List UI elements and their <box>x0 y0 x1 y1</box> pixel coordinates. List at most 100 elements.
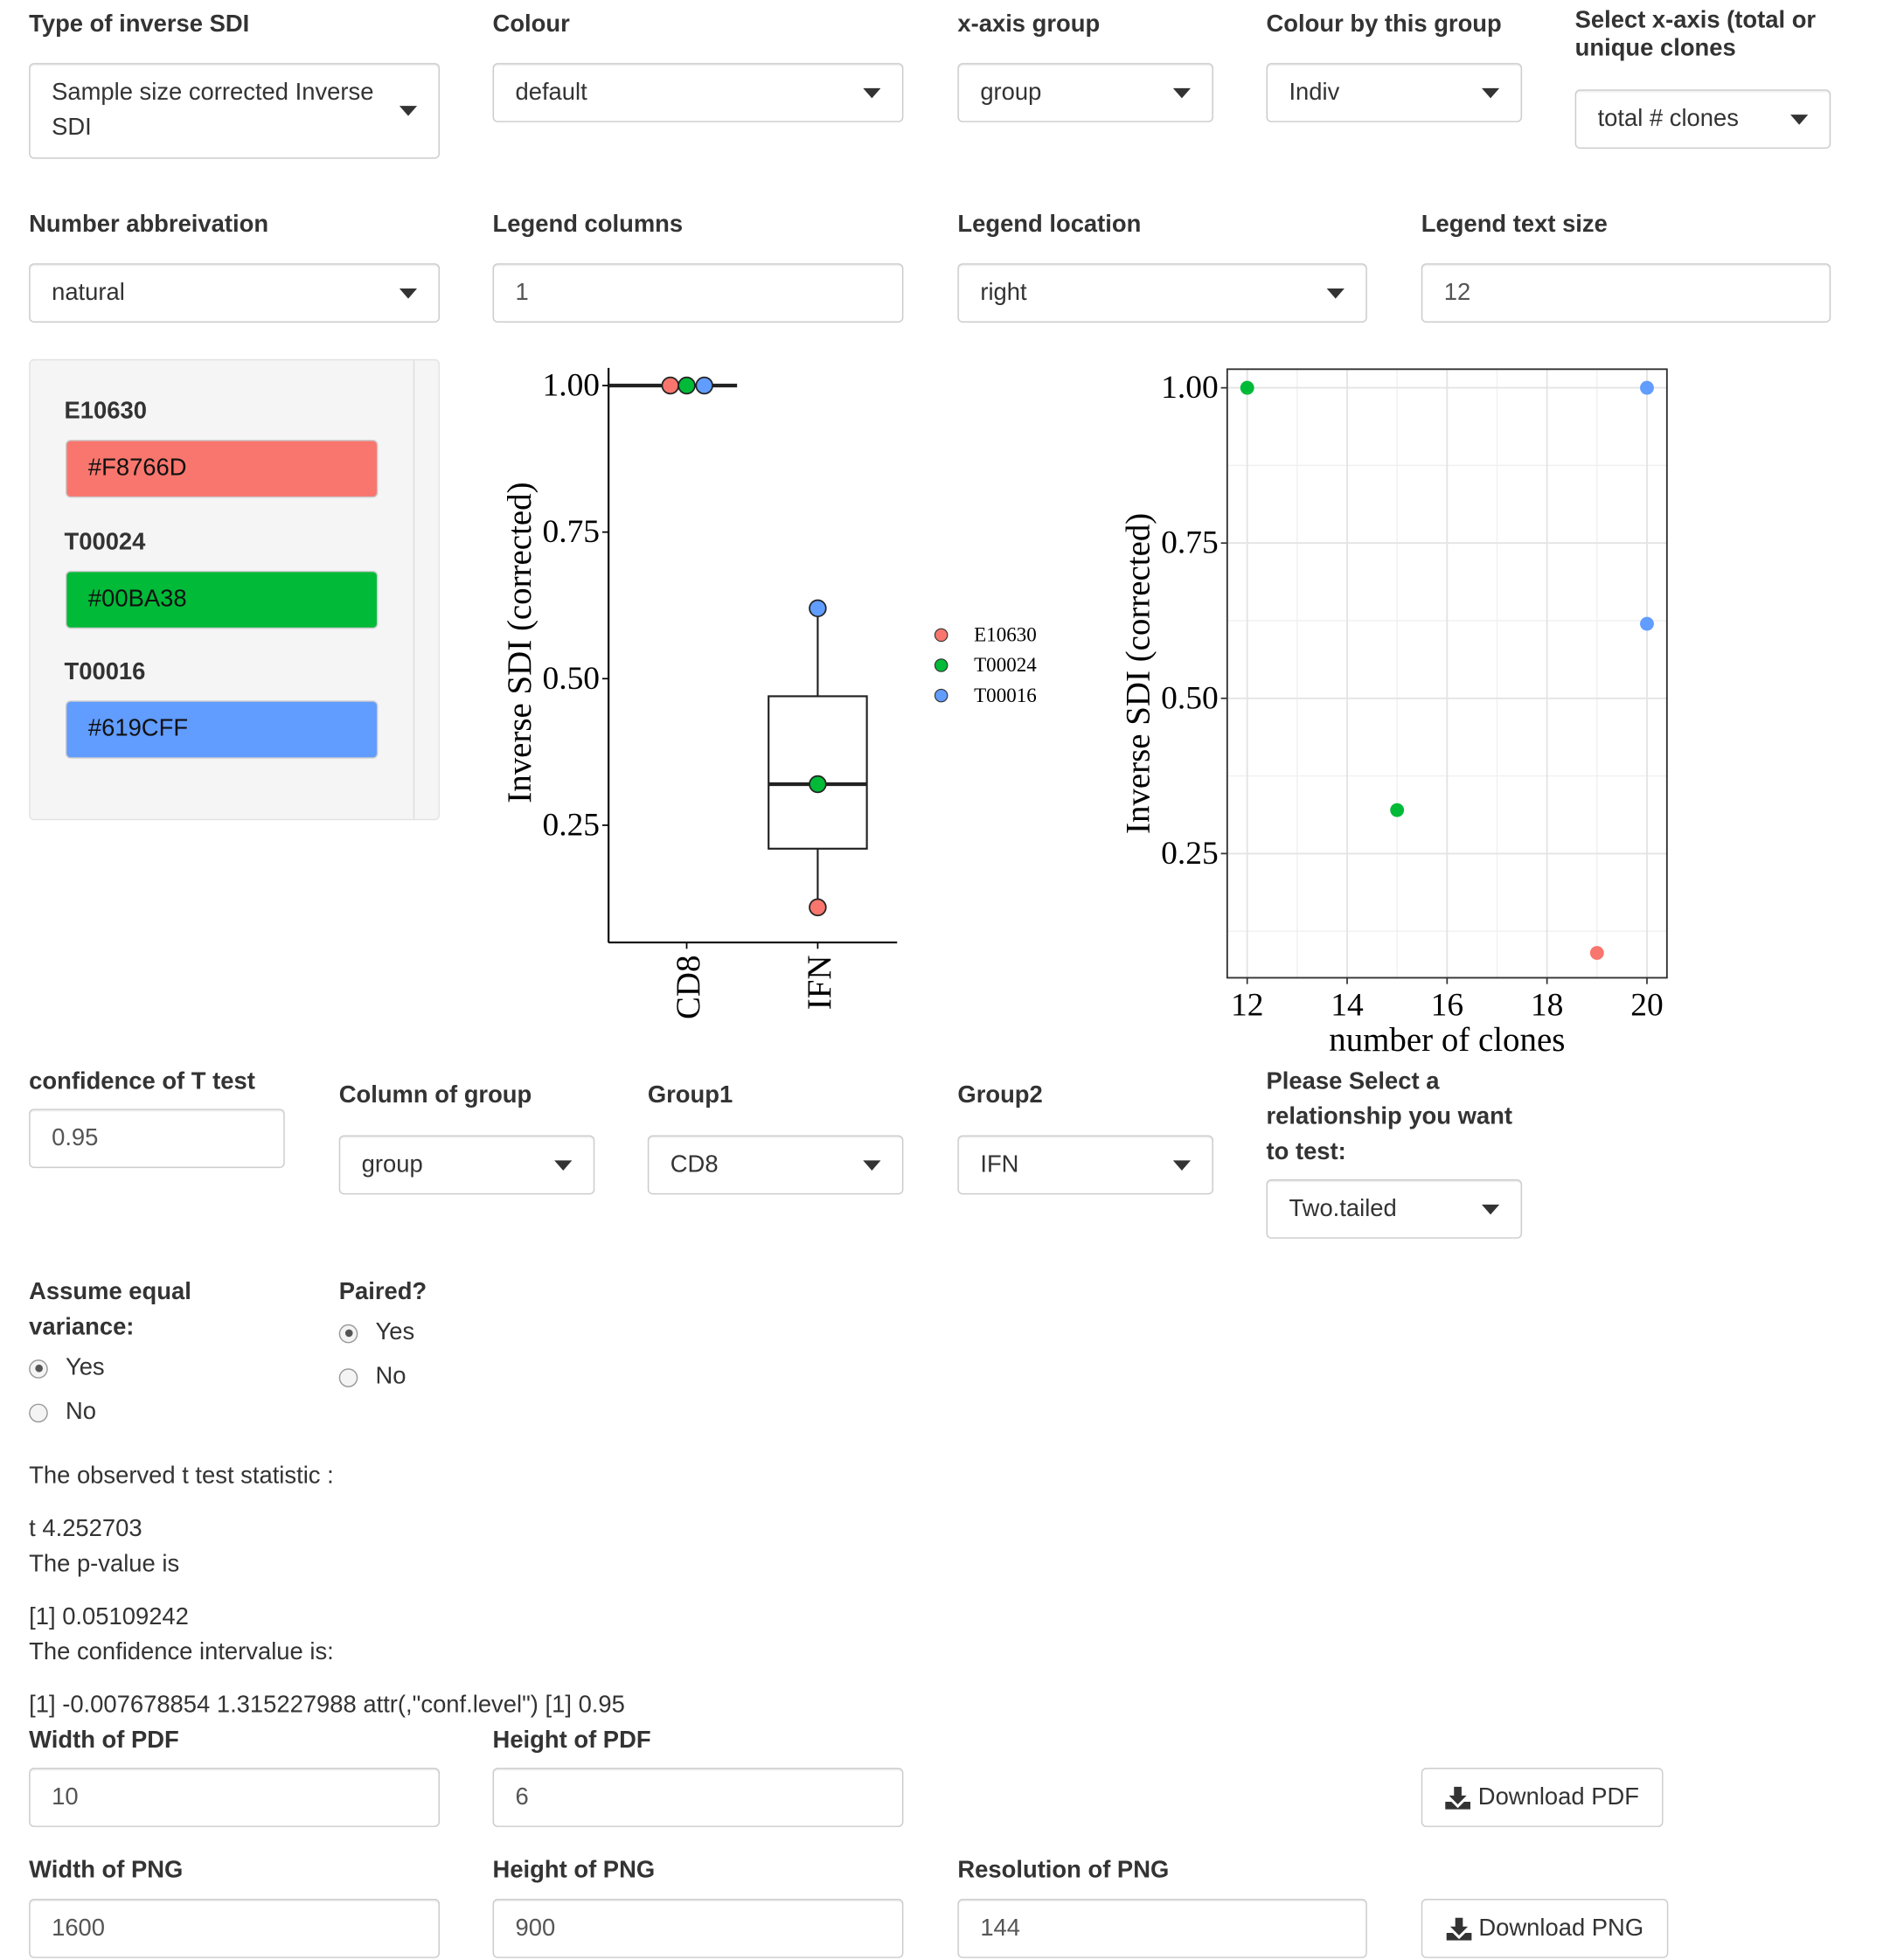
scatter-chart: 0.25 0.50 0.75 1.00 12 14 16 18 20 number of clon… <box>1119 368 1668 1059</box>
data-point <box>677 376 696 395</box>
boxplot-chart: 0.25 0.50 0.75 1.00 CD8 IFN Inverse SDI (corre… <box>501 368 1038 1020</box>
radio-selected-icon <box>29 1359 48 1379</box>
group1-label: Group1 <box>647 1082 733 1109</box>
p-value-label: The p-value is <box>29 1551 180 1578</box>
x-tick-label: 14 <box>1331 988 1364 1024</box>
x-axis-title: number of clones <box>1329 1021 1565 1059</box>
colour-group-label: Colour by this group <box>1266 10 1502 38</box>
ci-value: [1] -0.007678854 1.315227988 attr(,"conf… <box>29 1692 625 1719</box>
data-point <box>695 376 713 395</box>
y-tick-label: 0.50 <box>542 661 600 697</box>
box-body <box>768 695 868 850</box>
xaxis-select-value: total # clones <box>1597 105 1739 132</box>
colour-group-select[interactable]: Indiv <box>1266 63 1523 122</box>
p-value-value: [1] 0.05109242 <box>29 1603 189 1631</box>
png-res-input[interactable]: 144 <box>957 1899 1367 1958</box>
download-icon <box>1445 1786 1471 1809</box>
data-point <box>1640 616 1654 631</box>
png-width-input[interactable]: 1600 <box>29 1899 441 1958</box>
column-group-label: Column of group <box>338 1082 532 1109</box>
equal-variance-yes[interactable]: Yes <box>29 1354 105 1382</box>
colour-select[interactable]: default <box>492 63 904 122</box>
legend-cols-input[interactable]: 1 <box>492 263 904 323</box>
pdf-height-input[interactable]: 6 <box>492 1768 904 1827</box>
confidence-input[interactable]: 0.95 <box>29 1109 285 1169</box>
radio-icon <box>29 1402 48 1422</box>
num-abbrev-select[interactable]: natural <box>29 263 441 323</box>
data-point <box>809 898 827 917</box>
y-axis-title: Inverse SDI (corrected) <box>1119 513 1157 834</box>
confidence-label: confidence of T test <box>29 1068 255 1095</box>
chevron-down-icon <box>1790 114 1809 124</box>
type-sdi-select[interactable]: Sample size corrected Inverse SDI <box>29 63 441 159</box>
legend-loc-select[interactable]: right <box>957 263 1367 323</box>
y-tick-label: 1.00 <box>1161 370 1219 406</box>
ci-label: The confidence intervalue is: <box>29 1639 334 1666</box>
chevron-down-icon <box>399 288 418 298</box>
legend-loc-label: Legend location <box>957 212 1142 239</box>
legend-label: E10630 <box>974 623 1037 646</box>
paired-no-label: No <box>375 1363 406 1390</box>
png-width-label: Width of PNG <box>29 1857 184 1884</box>
xaxis-group-label: x-axis group <box>957 10 1101 38</box>
t-stat-label: The observed t test statistic : <box>29 1463 334 1490</box>
chevron-down-icon <box>1326 288 1345 298</box>
radio-selected-icon <box>338 1324 358 1343</box>
legend-size-label: Legend text size <box>1421 212 1608 239</box>
data-point <box>809 775 827 794</box>
png-height-input[interactable]: 900 <box>492 1899 904 1958</box>
legend-key <box>934 658 948 672</box>
legend-key <box>934 688 948 703</box>
xaxis-group-select[interactable]: group <box>957 63 1213 122</box>
relationship-value: Two.tailed <box>1289 1195 1397 1222</box>
y-tick-label: 0.25 <box>1161 836 1219 872</box>
x-tick-label: IFN <box>801 956 838 1011</box>
paired-yes[interactable]: Yes <box>338 1319 414 1347</box>
pdf-width-label: Width of PDF <box>29 1727 179 1755</box>
radio-icon <box>338 1367 358 1387</box>
chevron-down-icon <box>863 1159 881 1171</box>
download-pdf-button[interactable]: Download PDF <box>1421 1768 1664 1827</box>
data-point <box>661 376 680 395</box>
legend-label: T00016 <box>974 684 1037 706</box>
png-height-label: Height of PNG <box>492 1857 656 1884</box>
colour-value: default <box>515 79 587 106</box>
pdf-height-label: Height of PDF <box>492 1727 651 1755</box>
x-tick-label: 18 <box>1531 988 1563 1024</box>
data-point <box>1589 946 1604 960</box>
relationship-label: Please Select a relationship you want to… <box>1266 1068 1513 1166</box>
colour-panel-name-e10630: E10630 <box>64 398 147 425</box>
legend-label: T00024 <box>974 653 1037 676</box>
colour-group-value: Indiv <box>1289 79 1340 106</box>
colour-swatch-e10630[interactable]: #F8766D <box>65 440 379 498</box>
paired-no[interactable]: No <box>338 1363 406 1391</box>
paired-label: Paired? <box>338 1278 427 1306</box>
chevron-down-icon <box>1481 87 1500 98</box>
group2-select[interactable]: IFN <box>957 1135 1213 1195</box>
xaxis-select[interactable]: total # clones <box>1574 89 1831 149</box>
group1-select[interactable]: CD8 <box>647 1135 904 1195</box>
chevron-down-icon <box>554 1159 573 1171</box>
y-tick-label: 0.75 <box>1161 525 1219 561</box>
relationship-select[interactable]: Two.tailed <box>1266 1179 1523 1239</box>
num-abbrev-label: Number abbreivation <box>29 212 269 239</box>
colour-swatch-t00016[interactable]: #619CFF <box>65 700 379 759</box>
y-axis-title: Inverse SDI (corrected) <box>501 482 539 803</box>
equal-variance-label: Assume equal variance: <box>29 1278 191 1341</box>
panel-divider <box>413 360 415 819</box>
download-pdf-label: Download PDF <box>1477 1783 1639 1811</box>
column-group-select[interactable]: group <box>338 1135 595 1195</box>
data-point <box>1390 803 1405 817</box>
pdf-width-input[interactable]: 10 <box>29 1768 441 1827</box>
y-tick-label: 1.00 <box>542 368 600 404</box>
colour-panel-name-t00016: T00016 <box>64 658 146 686</box>
download-icon <box>1445 1916 1471 1940</box>
download-png-button[interactable]: Download PNG <box>1421 1899 1669 1958</box>
chevron-down-icon <box>1172 1159 1192 1171</box>
x-tick-label: 16 <box>1431 988 1463 1024</box>
legend-size-input[interactable]: 12 <box>1421 263 1831 323</box>
colour-swatch-t00024[interactable]: #00BA38 <box>65 570 379 629</box>
equal-variance-no[interactable]: No <box>29 1399 96 1427</box>
num-abbrev-value: natural <box>52 279 125 306</box>
legend-cols-label: Legend columns <box>492 212 684 239</box>
